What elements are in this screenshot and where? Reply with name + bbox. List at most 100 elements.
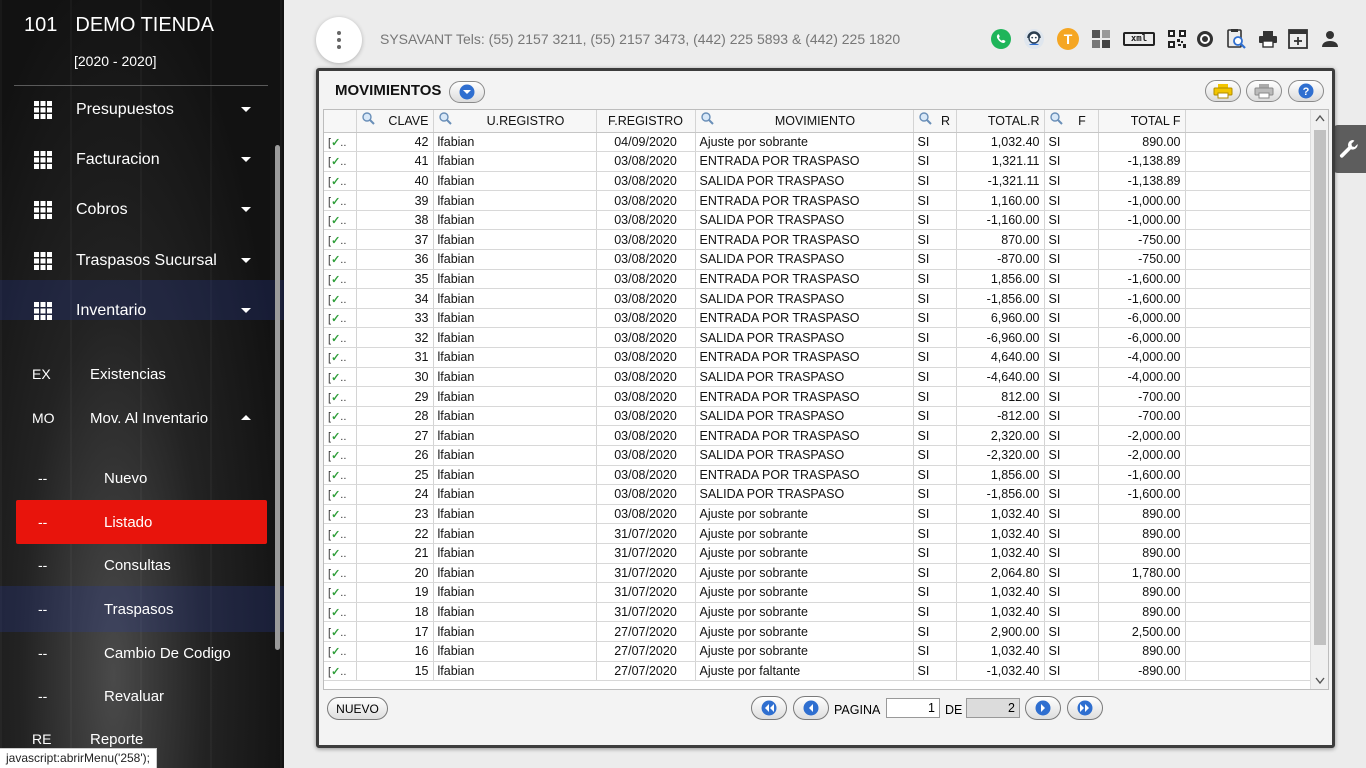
row-check-cell[interactable]: [✓.. bbox=[324, 406, 357, 427]
table-row[interactable]: [✓.. 30 lfabian 03/08/2020 SALIDA POR TRASPA… bbox=[324, 367, 1311, 388]
menu-traspasos-sucursal[interactable]: Traspasos Sucursal bbox=[0, 243, 270, 279]
table-row[interactable]: [✓.. 40 lfabian 03/08/2020 SALIDA POR TRASPA… bbox=[324, 171, 1311, 192]
user-avatar[interactable]: T bbox=[1057, 28, 1079, 50]
sidebar-scrollbar[interactable] bbox=[275, 145, 280, 650]
table-row[interactable]: [✓.. 22 lfabian 31/07/2020 Ajuste por sobran… bbox=[324, 523, 1311, 544]
table-row[interactable]: [✓.. 24 lfabian 03/08/2020 SALIDA POR TRASPA… bbox=[324, 484, 1311, 505]
row-check-cell[interactable]: [✓.. bbox=[324, 484, 357, 505]
table-row[interactable]: [✓.. 16 lfabian 27/07/2020 Ajuste por sobran… bbox=[324, 641, 1311, 662]
table-row[interactable]: [✓.. 41 lfabian 03/08/2020 ENTRADA POR TRASP… bbox=[324, 151, 1311, 172]
check-icon[interactable]: [✓.. bbox=[328, 333, 346, 345]
column-header-totalf[interactable]: TOTAL F bbox=[1098, 110, 1186, 133]
help-button[interactable]: ? bbox=[1288, 80, 1324, 102]
check-icon[interactable]: [✓.. bbox=[328, 235, 346, 247]
table-row[interactable]: [✓.. 31 lfabian 03/08/2020 ENTRADA POR TRASP… bbox=[324, 347, 1311, 368]
check-icon[interactable]: [✓.. bbox=[328, 392, 346, 404]
menu-presupuestos[interactable]: Presupuestos bbox=[0, 92, 270, 128]
table-row[interactable]: [✓.. 38 lfabian 03/08/2020 SALIDA POR TRASPA… bbox=[324, 210, 1311, 231]
table-row[interactable]: [✓.. 27 lfabian 03/08/2020 ENTRADA POR TRASP… bbox=[324, 425, 1311, 446]
check-icon[interactable]: [✓.. bbox=[328, 313, 346, 325]
check-icon[interactable]: [✓.. bbox=[328, 646, 346, 658]
submenu-existencias[interactable]: EX Existencias bbox=[0, 356, 270, 392]
row-check-cell[interactable]: [✓.. bbox=[324, 151, 357, 172]
row-check-cell[interactable]: [✓.. bbox=[324, 229, 357, 251]
document-search-icon[interactable] bbox=[1224, 28, 1248, 50]
whatsapp-icon[interactable] bbox=[990, 28, 1012, 50]
check-icon[interactable]: [✓.. bbox=[328, 568, 346, 580]
check-icon[interactable]: [✓.. bbox=[328, 196, 346, 208]
submenu-cambio-codigo[interactable]: -- Cambio De Codigo bbox=[0, 635, 270, 671]
check-icon[interactable]: [✓.. bbox=[328, 137, 346, 149]
submenu-listado[interactable]: -- Listado bbox=[16, 500, 267, 544]
search-icon[interactable] bbox=[918, 111, 932, 128]
user-profile-icon[interactable] bbox=[1319, 28, 1341, 50]
wrench-tools-tab[interactable] bbox=[1332, 125, 1366, 173]
submenu-nuevo[interactable]: -- Nuevo bbox=[0, 460, 270, 496]
table-row[interactable]: [✓.. 36 lfabian 03/08/2020 SALIDA POR TRASPA… bbox=[324, 249, 1311, 270]
table-row[interactable]: [✓.. 18 lfabian 31/07/2020 Ajuste por sobran… bbox=[324, 602, 1311, 623]
check-icon[interactable]: [✓.. bbox=[328, 215, 346, 227]
row-check-cell[interactable]: [✓.. bbox=[324, 425, 357, 446]
row-check-cell[interactable]: [✓.. bbox=[324, 465, 357, 486]
settings-wheel-icon[interactable] bbox=[1194, 28, 1216, 50]
menu-cobros[interactable]: Cobros bbox=[0, 192, 270, 228]
check-icon[interactable]: [✓.. bbox=[328, 529, 346, 541]
new-button[interactable]: NUEVO bbox=[327, 697, 388, 720]
check-icon[interactable]: [✓.. bbox=[328, 294, 346, 306]
check-icon[interactable]: [✓.. bbox=[328, 607, 346, 619]
window-add-icon[interactable] bbox=[1287, 28, 1309, 50]
first-page-button[interactable] bbox=[751, 696, 787, 720]
table-row[interactable]: [✓.. 28 lfabian 03/08/2020 SALIDA POR TRASPA… bbox=[324, 406, 1311, 427]
table-row[interactable]: [✓.. 21 lfabian 31/07/2020 Ajuste por sobran… bbox=[324, 543, 1311, 564]
table-row[interactable]: [✓.. 25 lfabian 03/08/2020 ENTRADA POR TRASP… bbox=[324, 465, 1311, 486]
table-row[interactable]: [✓.. 32 lfabian 03/08/2020 SALIDA POR TRASPA… bbox=[324, 327, 1311, 349]
check-icon[interactable]: [✓.. bbox=[328, 372, 346, 384]
row-check-cell[interactable]: [✓.. bbox=[324, 504, 357, 525]
check-icon[interactable]: [✓.. bbox=[328, 176, 346, 188]
table-row[interactable]: [✓.. 34 lfabian 03/08/2020 SALIDA POR TRASPA… bbox=[324, 288, 1311, 309]
printer-icon[interactable] bbox=[1257, 28, 1279, 50]
check-icon[interactable]: [✓.. bbox=[328, 450, 346, 462]
submenu-revaluar[interactable]: -- Revaluar bbox=[0, 678, 270, 714]
table-row[interactable]: [✓.. 33 lfabian 03/08/2020 ENTRADA POR TRASP… bbox=[324, 308, 1311, 329]
row-check-cell[interactable]: [✓.. bbox=[324, 582, 357, 603]
row-check-cell[interactable]: [✓.. bbox=[324, 190, 357, 211]
menu-facturacion[interactable]: Facturacion bbox=[0, 142, 270, 178]
row-check-cell[interactable]: [✓.. bbox=[324, 661, 357, 682]
kebab-menu-button[interactable] bbox=[316, 17, 362, 63]
table-row[interactable]: [✓.. 20 lfabian 31/07/2020 Ajuste por sobran… bbox=[324, 563, 1311, 584]
row-check-cell[interactable]: [✓.. bbox=[324, 132, 357, 153]
table-row[interactable]: [✓.. 26 lfabian 03/08/2020 SALIDA POR TRASPA… bbox=[324, 445, 1311, 466]
row-check-cell[interactable]: [✓.. bbox=[324, 269, 357, 290]
search-icon[interactable] bbox=[361, 111, 375, 128]
table-row[interactable]: [✓.. 42 lfabian 04/09/2020 Ajuste por sobran… bbox=[324, 132, 1311, 153]
check-icon[interactable]: [✓.. bbox=[328, 548, 346, 560]
page-number-input[interactable] bbox=[886, 698, 940, 718]
row-check-cell[interactable]: [✓.. bbox=[324, 347, 357, 368]
column-header-movimiento[interactable]: MOVIMIENTO bbox=[695, 110, 914, 133]
column-header-clave[interactable]: CLAVE bbox=[356, 110, 434, 133]
check-icon[interactable]: [✓.. bbox=[328, 352, 346, 364]
table-row[interactable]: [✓.. 23 lfabian 03/08/2020 Ajuste por sobran… bbox=[324, 504, 1311, 525]
check-icon[interactable]: [✓.. bbox=[328, 470, 346, 482]
table-row[interactable]: [✓.. 29 lfabian 03/08/2020 ENTRADA POR TRASP… bbox=[324, 386, 1311, 407]
table-row[interactable]: [✓.. 39 lfabian 03/08/2020 ENTRADA POR TRASP… bbox=[324, 190, 1311, 211]
table-row[interactable]: [✓.. 15 lfabian 27/07/2020 Ajuste por faltan… bbox=[324, 661, 1311, 682]
menu-inventario[interactable]: Inventario bbox=[0, 293, 270, 329]
column-header-uregistro[interactable]: U.REGISTRO bbox=[433, 110, 597, 133]
search-icon[interactable] bbox=[1049, 111, 1063, 128]
table-row[interactable]: [✓.. 37 lfabian 03/08/2020 ENTRADA POR TRASP… bbox=[324, 229, 1311, 251]
row-check-cell[interactable]: [✓.. bbox=[324, 523, 357, 544]
check-icon[interactable]: [✓.. bbox=[328, 411, 346, 423]
qr-code-icon[interactable] bbox=[1166, 28, 1188, 50]
submenu-mov-inventario[interactable]: MO Mov. Al Inventario bbox=[0, 400, 270, 436]
column-header-totalr[interactable]: TOTAL.R bbox=[956, 110, 1045, 133]
column-header-fregistro[interactable]: F.REGISTRO bbox=[596, 110, 696, 133]
row-check-cell[interactable]: [✓.. bbox=[324, 308, 357, 329]
check-icon[interactable]: [✓.. bbox=[328, 627, 346, 639]
scroll-down-icon[interactable] bbox=[1315, 677, 1325, 685]
table-row[interactable]: [✓.. 35 lfabian 03/08/2020 ENTRADA POR TRASP… bbox=[324, 269, 1311, 290]
last-page-button[interactable] bbox=[1067, 696, 1103, 720]
dashboard-icon[interactable] bbox=[1090, 28, 1112, 50]
column-header-r[interactable]: R bbox=[913, 110, 957, 133]
